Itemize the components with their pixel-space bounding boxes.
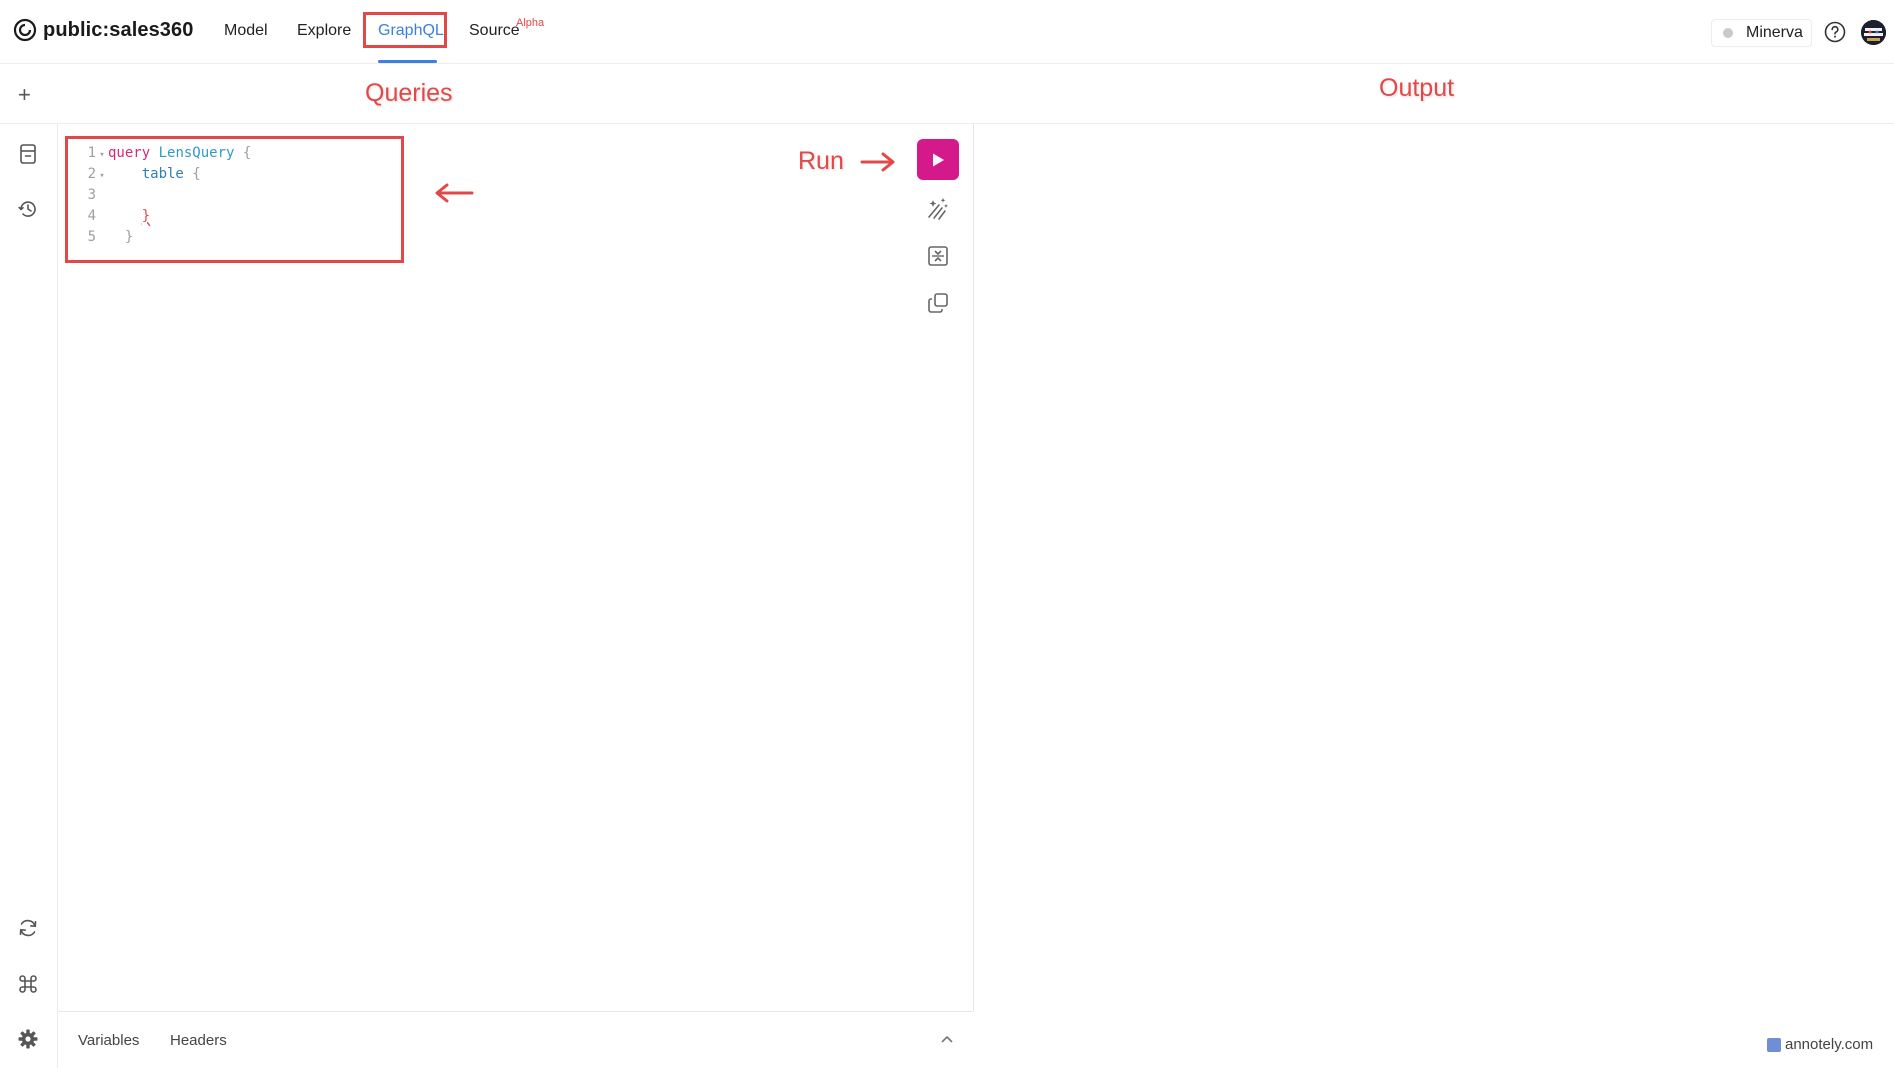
sub-bar: + <box>0 64 1894 124</box>
tab-model[interactable]: Model <box>224 22 268 40</box>
annotely-logo-icon <box>1767 1037 1781 1052</box>
annotation-arrow-right-icon <box>860 152 895 172</box>
tab-explore[interactable]: Explore <box>297 22 351 40</box>
help-icon[interactable] <box>1824 21 1846 43</box>
tab-variables[interactable]: Variables <box>78 1032 139 1049</box>
user-status-pill[interactable]: Minerva <box>1711 19 1812 47</box>
history-icon[interactable] <box>17 198 39 220</box>
annotation-highlight-graphql <box>363 12 447 48</box>
bottom-panel-tabs: Variables Headers <box>58 1011 973 1069</box>
sidebar <box>0 124 58 1068</box>
saved-queries-icon[interactable] <box>17 143 39 165</box>
copy-icon[interactable] <box>925 290 951 316</box>
status-dot <box>1723 28 1733 38</box>
brand-name: public:sales360 <box>43 18 194 41</box>
output-pane <box>974 124 1894 1068</box>
active-tab-indicator <box>378 60 437 63</box>
watermark: annotely.com <box>1767 1036 1873 1053</box>
prettify-icon[interactable] <box>925 195 951 221</box>
watermark-text: annotely.com <box>1785 1036 1874 1053</box>
tab-source[interactable]: Source <box>469 22 520 40</box>
annotation-highlight-queries <box>65 136 404 263</box>
avatar[interactable] <box>1861 20 1886 45</box>
plus-icon[interactable]: + <box>18 82 31 108</box>
alpha-badge: Alpha <box>516 17 545 29</box>
logo-icon <box>13 18 37 42</box>
annotation-queries: Queries <box>365 79 453 107</box>
annotation-arrow-left-icon <box>435 183 474 203</box>
run-button[interactable] <box>917 139 959 180</box>
user-status-label: Minerva <box>1746 24 1803 41</box>
chevron-up-icon[interactable] <box>940 1034 954 1044</box>
play-icon <box>933 153 944 166</box>
annotation-run: Run <box>798 147 844 175</box>
annotation-output: Output <box>1379 74 1455 102</box>
merge-fragments-icon[interactable] <box>925 243 951 269</box>
command-icon[interactable] <box>17 973 39 995</box>
tab-headers[interactable]: Headers <box>170 1032 227 1049</box>
settings-icon[interactable] <box>17 1028 39 1050</box>
brand[interactable]: public:sales360 <box>13 18 193 42</box>
refresh-icon[interactable] <box>17 917 39 939</box>
top-bar: public:sales360 Model Explore GraphQL So… <box>0 0 1894 64</box>
